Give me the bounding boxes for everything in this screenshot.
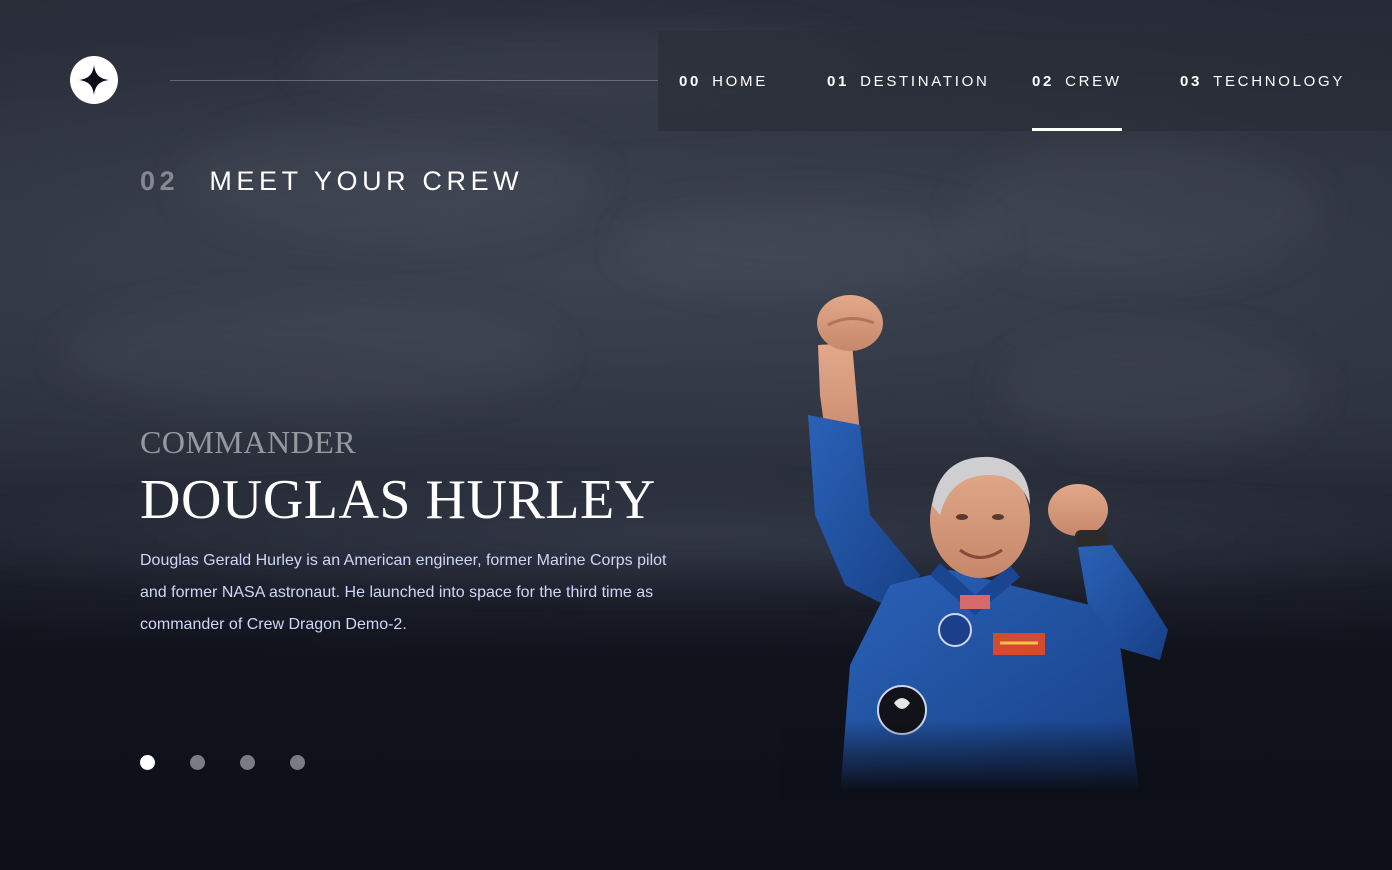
nav-number: 00 <box>679 72 702 90</box>
crew-dot-2[interactable] <box>190 755 205 770</box>
crew-pagination <box>140 755 305 770</box>
crew-dot-1[interactable] <box>140 755 155 770</box>
crew-role: COMMANDER <box>140 424 357 460</box>
nav-item-technology[interactable]: 03 TECHNOLOGY <box>1180 31 1345 131</box>
portrait-fade <box>780 720 1200 800</box>
crew-name: DOUGLAS HURLEY <box>140 469 656 531</box>
four-point-star-icon <box>79 65 109 95</box>
nav-item-home[interactable]: 00 HOME <box>679 31 768 131</box>
nav-number: 03 <box>1180 72 1203 90</box>
heading-number: 02 <box>140 166 180 196</box>
nav-item-destination[interactable]: 01 DESTINATION <box>827 31 990 131</box>
nav-label: TECHNOLOGY <box>1213 72 1346 90</box>
logo[interactable] <box>70 56 118 104</box>
nav-label: HOME <box>712 72 768 90</box>
crew-dot-4[interactable] <box>290 755 305 770</box>
crew-bio: Douglas Gerald Hurley is an American eng… <box>140 552 667 633</box>
header-divider <box>170 80 658 81</box>
nav-number: 01 <box>827 72 850 90</box>
primary-nav: 00 HOME 01 DESTINATION 02 CREW 03 TECHNO… <box>658 31 1392 131</box>
page-heading: 02 MEET YOUR CREW <box>140 166 523 197</box>
nav-label: DESTINATION <box>860 72 990 90</box>
nav-item-crew[interactable]: 02 CREW <box>1032 31 1122 131</box>
crew-portrait <box>790 285 1190 795</box>
heading-text: MEET YOUR CREW <box>209 166 524 196</box>
nav-label: CREW <box>1065 72 1122 90</box>
nav-number: 02 <box>1032 72 1055 90</box>
crew-dot-3[interactable] <box>240 755 255 770</box>
